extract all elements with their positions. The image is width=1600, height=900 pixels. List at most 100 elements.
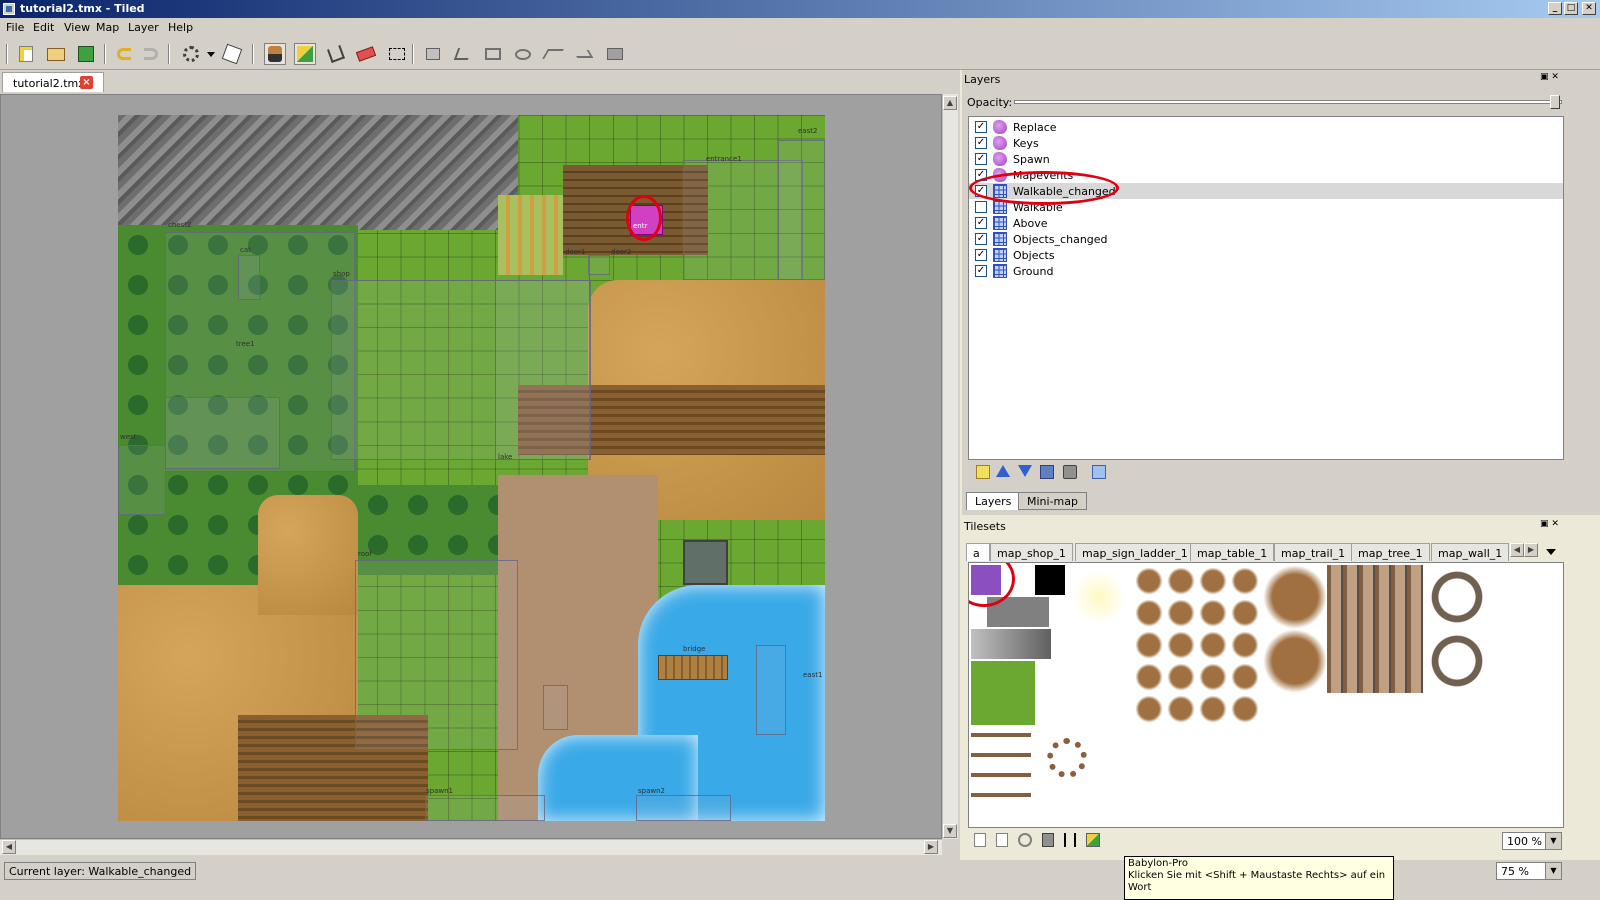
opacity-slider[interactable]	[1014, 100, 1562, 104]
horizontal-scrollbar[interactable]: ◀ ▶	[0, 839, 942, 855]
redo-icon[interactable]	[140, 43, 162, 65]
float-panel-icon[interactable]: ▣ ✕	[1540, 519, 1559, 529]
map-object-area[interactable]	[543, 685, 568, 730]
insert-ellipse-icon[interactable]	[512, 43, 534, 65]
bucket-fill-icon[interactable]	[325, 43, 347, 65]
undo-icon[interactable]	[113, 43, 135, 65]
layer-row-spawn[interactable]: ✓ Spawn	[969, 151, 1563, 167]
tileset-tab-map-table-1[interactable]: map_table_1	[1190, 543, 1275, 561]
tile-black[interactable]	[1035, 565, 1065, 595]
scroll-left-icon[interactable]: ◀	[2, 840, 16, 854]
random-mode-icon[interactable]	[180, 43, 202, 65]
tile-rails[interactable]	[1327, 565, 1423, 693]
stamp-brush-icon[interactable]	[264, 43, 286, 65]
scroll-up-icon[interactable]: ▲	[943, 96, 957, 110]
scroll-right-icon[interactable]: ▶	[924, 840, 938, 854]
import-tileset-icon[interactable]	[996, 833, 1008, 847]
float-panel-icon[interactable]: ▣ ✕	[1540, 72, 1559, 82]
layer-properties-icon[interactable]	[1092, 465, 1106, 479]
tile-trail-patch[interactable]	[1263, 565, 1327, 693]
map-object-area[interactable]	[778, 140, 825, 280]
tabs-menu-icon[interactable]	[1546, 549, 1556, 555]
edit-terrain-icon[interactable]	[1064, 833, 1076, 847]
tabs-scroll-left-icon[interactable]: ◀	[1510, 543, 1524, 557]
layer-visibility-checkbox[interactable]	[975, 201, 987, 213]
document-tab[interactable]: tutorial2.tmx ×	[2, 72, 104, 92]
menu-edit[interactable]: Edit	[33, 21, 54, 34]
menu-help[interactable]: Help	[168, 21, 193, 34]
edit-polygons-icon[interactable]	[452, 43, 474, 65]
layer-visibility-checkbox[interactable]: ✓	[975, 137, 987, 149]
vertical-scrollbar[interactable]: ▲ ▼	[942, 94, 958, 839]
new-layer-icon[interactable]	[976, 465, 990, 479]
layer-visibility-checkbox[interactable]: ✓	[975, 121, 987, 133]
open-file-icon[interactable]	[45, 43, 67, 65]
map-object-area[interactable]	[756, 645, 786, 735]
delete-layer-icon[interactable]	[1063, 465, 1077, 479]
layer-visibility-checkbox[interactable]: ✓	[975, 233, 987, 245]
tile-glow[interactable]	[1067, 565, 1131, 629]
layer-row-replace[interactable]: ✓ Replace	[969, 119, 1563, 135]
dice-icon[interactable]	[221, 43, 243, 65]
tile-rail-pieces[interactable]	[971, 733, 1031, 813]
tabs-scroll-right-icon[interactable]: ▶	[1524, 543, 1538, 557]
layer-visibility-checkbox[interactable]: ✓	[975, 249, 987, 261]
save-icon[interactable]	[75, 43, 97, 65]
map-object-area[interactable]	[238, 255, 260, 300]
tileset-tab-map-wall-1[interactable]: map_wall_1	[1431, 543, 1509, 561]
scroll-down-icon[interactable]: ▼	[943, 824, 957, 838]
map-object-area[interactable]	[588, 255, 610, 275]
menu-map[interactable]: Map	[96, 21, 119, 34]
tile-grass-corners[interactable]	[971, 661, 1035, 725]
terrain-icon[interactable]	[1086, 833, 1100, 847]
layer-row-keys[interactable]: ✓ Keys	[969, 135, 1563, 151]
tileset-tab-map-trail-1[interactable]: map_trail_1	[1274, 543, 1353, 561]
tile-trail-dirt[interactable]	[1133, 565, 1263, 725]
tile-wheels[interactable]	[1425, 565, 1489, 693]
rectangle-select-icon[interactable]	[386, 43, 408, 65]
insert-tile-icon[interactable]	[604, 43, 626, 65]
opacity-slider-handle[interactable]	[1550, 95, 1560, 109]
tileset-properties-icon[interactable]	[1018, 833, 1032, 847]
menu-view[interactable]: View	[64, 21, 90, 34]
map-object-area[interactable]	[636, 795, 731, 821]
map-object-area[interactable]	[425, 795, 545, 821]
insert-polyline-icon[interactable]	[572, 43, 594, 65]
layer-visibility-checkbox[interactable]: ✓	[975, 217, 987, 229]
map-object-area[interactable]	[495, 280, 590, 460]
eraser-icon[interactable]	[355, 43, 377, 65]
tab-mini-map[interactable]: Mini-map	[1018, 492, 1087, 510]
map-canvas[interactable]: north east2 entrance1 chest2 cat door1 d…	[118, 115, 825, 821]
insert-rectangle-icon[interactable]	[482, 43, 504, 65]
map-viewport[interactable]: north east2 entrance1 chest2 cat door1 d…	[0, 94, 942, 839]
layer-row-ground[interactable]: ✓ Ground	[969, 263, 1563, 279]
lower-layer-icon[interactable]	[1018, 465, 1032, 477]
dropdown-arrow-icon[interactable]	[200, 43, 222, 65]
minimize-button[interactable]: _	[1548, 2, 1562, 15]
remove-tileset-icon[interactable]	[1042, 833, 1054, 847]
duplicate-layer-icon[interactable]	[1040, 465, 1054, 479]
new-file-icon[interactable]	[15, 43, 37, 65]
layer-row-above[interactable]: ✓ Above	[969, 215, 1563, 231]
menu-layer[interactable]: Layer	[128, 21, 159, 34]
map-object-area[interactable]	[165, 397, 280, 469]
layer-row-objects-changed[interactable]: ✓ Objects_changed	[969, 231, 1563, 247]
map-object-area[interactable]	[118, 445, 166, 515]
layer-row-objects[interactable]: ✓ Objects	[969, 247, 1563, 263]
tile-rope-ring[interactable]	[1047, 738, 1087, 778]
tileset-tab-map-tree-1[interactable]: map_tree_1	[1351, 543, 1430, 561]
tileset-tab-map-sign-ladder-1[interactable]: map_sign_ladder_1	[1075, 543, 1195, 561]
tileset-tab-a[interactable]: a	[966, 543, 990, 561]
new-tileset-icon[interactable]	[974, 833, 986, 847]
terrain-brush-icon[interactable]	[294, 43, 316, 65]
tile-gray-shapes[interactable]	[971, 629, 1051, 659]
close-tab-icon[interactable]: ×	[80, 76, 93, 89]
raise-layer-icon[interactable]	[996, 465, 1010, 477]
layer-visibility-checkbox[interactable]: ✓	[975, 265, 987, 277]
layer-visibility-checkbox[interactable]: ✓	[975, 153, 987, 165]
tileset-tab-map-shop-1[interactable]: map_shop_1	[990, 543, 1073, 561]
maximize-button[interactable]: □	[1564, 2, 1578, 15]
insert-polygon-icon[interactable]	[542, 43, 564, 65]
map-object-area[interactable]	[355, 560, 518, 750]
tileset-zoom-select[interactable]: 100 % ▼	[1502, 832, 1562, 850]
